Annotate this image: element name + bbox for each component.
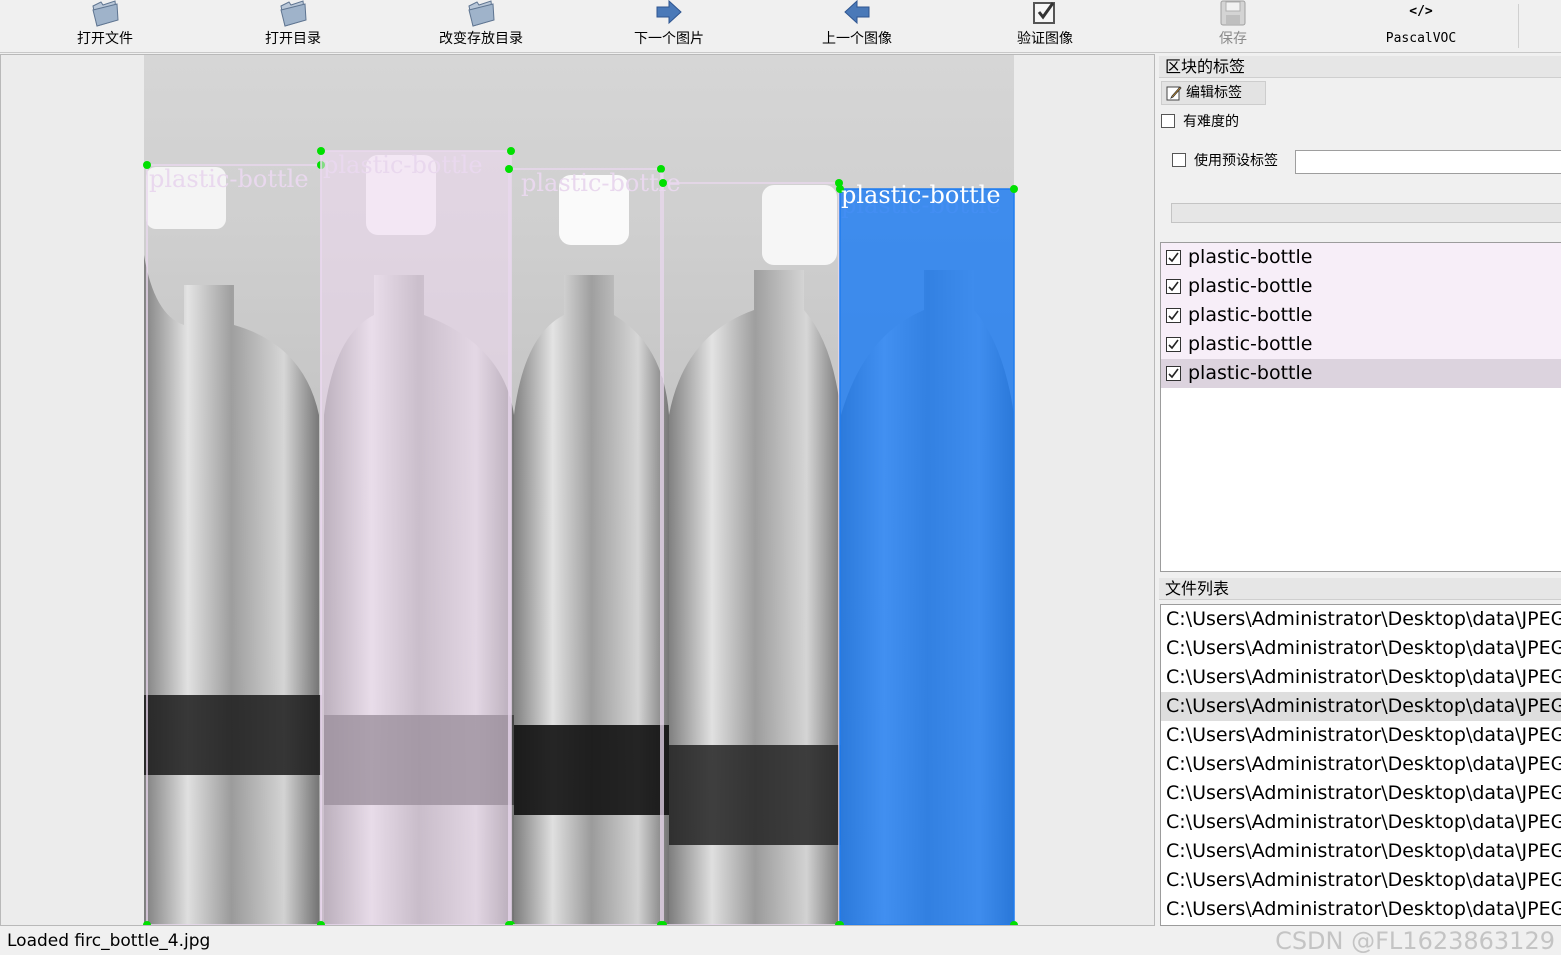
label-list-item-text: plastic-bottle <box>1188 304 1313 326</box>
change-save-dir-label: 改变存放目录 <box>439 31 523 47</box>
folder-open-icon <box>92 0 119 27</box>
default-label-input[interactable] <box>1295 150 1561 174</box>
checkbox-verify-icon <box>1033 2 1055 24</box>
bounding-box-2[interactable] <box>320 150 512 925</box>
box-labels-dock-title: 区块的标签 <box>1159 56 1561 78</box>
file-list-item[interactable]: C:\Users\Administrator\Desktop\data\JPEG <box>1161 808 1561 837</box>
right-panel: 区块的标签 编辑标签 有难度的 使用预设标签 plastic-bottle pla… <box>1159 54 1561 926</box>
format-toggle-button[interactable]: </> PascalVOC <box>1378 0 1464 52</box>
file-list-item[interactable]: C:\Users\Administrator\Desktop\data\JPEG <box>1161 895 1561 924</box>
label-list-item[interactable]: plastic-bottle <box>1161 359 1561 388</box>
open-dir-label: 打开目录 <box>265 31 321 47</box>
edit-label-button[interactable]: 编辑标签 <box>1161 81 1266 105</box>
next-image-label: 下一个图片 <box>634 31 704 47</box>
open-file-button[interactable]: 打开文件 <box>70 0 140 52</box>
box-vertex-handle[interactable] <box>1010 185 1018 193</box>
file-list-item[interactable]: C:\Users\Administrator\Desktop\data\JPEG <box>1161 866 1561 895</box>
open-file-label: 打开文件 <box>77 31 133 47</box>
folder-open-icon <box>468 0 495 27</box>
checkmark-icon <box>1168 252 1179 263</box>
label-visible-checkbox[interactable] <box>1166 366 1181 381</box>
status-bar: Loaded firc_bottle_4.jpg CSDN @FL1623863… <box>0 927 1561 955</box>
edit-pencil-icon <box>1166 86 1182 101</box>
file-list-dock-title: 文件列表 <box>1159 578 1561 600</box>
next-image-button[interactable]: 下一个图片 <box>626 0 712 52</box>
label-list-item[interactable]: plastic-bottle <box>1161 272 1561 301</box>
label-list-item-text: plastic-bottle <box>1188 275 1313 297</box>
bounding-box-3[interactable] <box>508 168 662 925</box>
file-list[interactable]: C:\Users\Administrator\Desktop\data\JPEG… <box>1160 604 1561 926</box>
label-visible-checkbox[interactable] <box>1166 308 1181 323</box>
file-list-item[interactable]: C:\Users\Administrator\Desktop\data\JPEG <box>1161 692 1561 721</box>
toolbar-separator <box>1518 4 1519 48</box>
file-list-item[interactable]: C:\Users\Administrator\Desktop\data\JPEG <box>1161 837 1561 866</box>
difficult-checkbox-label: 有难度的 <box>1183 114 1239 130</box>
verify-image-button[interactable]: 验证图像 <box>1010 0 1080 52</box>
box-vertex-handle[interactable] <box>659 179 667 187</box>
box-label-text: plastic-bottle <box>149 165 309 193</box>
box-label-text: plastic-bottle <box>841 181 1001 209</box>
folder-open-icon <box>280 0 307 27</box>
code-icon: </> <box>1409 4 1433 19</box>
use-default-label-checkbox-box[interactable] <box>1172 153 1186 167</box>
annotation-canvas[interactable]: plastic-bottle plastic-bottle plastic-bott… <box>0 54 1155 926</box>
box-vertex-handle[interactable] <box>143 921 151 926</box>
file-list-item[interactable]: C:\Users\Administrator\Desktop\data\JPEG <box>1161 634 1561 663</box>
toolbar: 打开文件 打开目录 改变存放目录 下一个图片 上一个图像 验证图像 保存 </>… <box>0 0 1561 53</box>
arrow-left-icon <box>844 0 870 25</box>
checkmark-icon <box>1168 368 1179 379</box>
label-list-item-text: plastic-bottle <box>1188 333 1313 355</box>
save-label: 保存 <box>1219 31 1247 47</box>
edit-label-button-text: 编辑标签 <box>1186 85 1242 101</box>
box-label-text: plastic-bottle <box>521 169 681 197</box>
box-vertex-handle[interactable] <box>507 147 515 155</box>
open-dir-button[interactable]: 打开目录 <box>258 0 328 52</box>
checkmark-icon <box>1168 310 1179 321</box>
bounding-box-5[interactable] <box>839 188 1015 925</box>
label-list[interactable]: plastic-bottle plastic-bottle plastic-bott… <box>1160 242 1561 572</box>
label-visible-checkbox[interactable] <box>1166 337 1181 352</box>
annotation-overlay[interactable]: plastic-bottle plastic-bottle plastic-bott… <box>1 55 1155 926</box>
file-list-item[interactable]: C:\Users\Administrator\Desktop\data\JPEG <box>1161 750 1561 779</box>
change-save-dir-button[interactable]: 改变存放目录 <box>431 0 531 52</box>
bounding-box-1[interactable] <box>146 164 322 925</box>
box-label-text: plastic-bottle <box>323 151 483 179</box>
status-message: Loaded firc_bottle_4.jpg <box>7 931 211 951</box>
label-visible-checkbox[interactable] <box>1166 250 1181 265</box>
prev-image-button[interactable]: 上一个图像 <box>814 0 900 52</box>
label-combo-box[interactable] <box>1171 203 1561 223</box>
box-vertex-handle[interactable] <box>505 165 513 173</box>
label-list-item[interactable]: plastic-bottle <box>1161 243 1561 272</box>
checkmark-icon <box>1168 281 1179 292</box>
save-button[interactable]: 保存 <box>1206 0 1260 52</box>
bounding-box-4[interactable] <box>662 182 840 925</box>
label-list-item-text: plastic-bottle <box>1188 362 1313 384</box>
use-default-label-checkbox-label: 使用预设标签 <box>1194 153 1278 169</box>
difficult-checkbox-box[interactable] <box>1161 114 1175 128</box>
format-label: PascalVOC <box>1385 31 1457 46</box>
label-list-item-text: plastic-bottle <box>1188 246 1313 268</box>
file-list-item[interactable]: C:\Users\Administrator\Desktop\data\JPEG <box>1161 779 1561 808</box>
label-list-item[interactable]: plastic-bottle <box>1161 301 1561 330</box>
label-visible-checkbox[interactable] <box>1166 279 1181 294</box>
arrow-right-icon <box>656 0 682 25</box>
floppy-disk-icon <box>1220 0 1246 26</box>
file-list-item[interactable]: C:\Users\Administrator\Desktop\data\JPEG <box>1161 663 1561 692</box>
prev-image-label: 上一个图像 <box>822 31 892 47</box>
difficult-checkbox[interactable]: 有难度的 <box>1161 113 1239 131</box>
file-list-item[interactable]: C:\Users\Administrator\Desktop\data\JPEG <box>1161 721 1561 750</box>
use-default-label-checkbox[interactable]: 使用预设标签 <box>1172 152 1278 170</box>
checkmark-icon <box>1168 339 1179 350</box>
label-list-item[interactable]: plastic-bottle <box>1161 330 1561 359</box>
watermark-text: CSDN @FL1623863129 <box>1275 927 1555 955</box>
verify-image-label: 验证图像 <box>1017 31 1073 47</box>
file-list-item[interactable]: C:\Users\Administrator\Desktop\data\JPEG <box>1161 605 1561 634</box>
